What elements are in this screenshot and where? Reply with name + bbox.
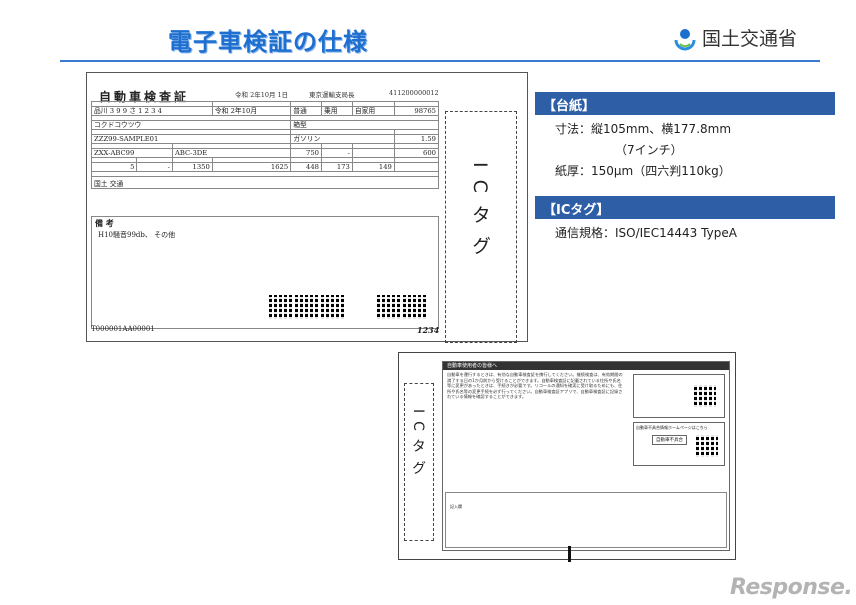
entry-field-label: 記入欄: [450, 504, 462, 509]
response-watermark: Response.: [730, 575, 853, 600]
footer-number: 1234: [417, 325, 440, 335]
defect-search-box: 自動車不具合: [652, 435, 687, 445]
mlit-emblem-icon: [672, 25, 698, 51]
qr-code-icon: [377, 295, 401, 319]
table-row: ZZZ99-SAMPLE01 ガソリン 1.59: [90, 134, 440, 144]
issue-date: 令和 2年10月 1日: [235, 91, 289, 99]
qr-code-icon: [295, 295, 319, 319]
defect-info-text: 自動車不具合情報ホームページはこちら: [636, 425, 708, 430]
table-cell: ABC-3DE: [171, 148, 292, 158]
qr-code-icon: [403, 295, 427, 319]
app-info-column: 自動車不具合情報ホームページはこちら 自動車不具合: [633, 374, 725, 470]
ic-tag-area: ICタグ: [404, 383, 434, 541]
table-cell: 173: [321, 162, 353, 172]
remarks-label: 備 考: [95, 218, 114, 228]
table-row: 品川 3 9 9 さ 1 2 3 4 令和 2年10月 普通 乗用 自家用 98…: [91, 106, 440, 116]
paper-size-inch: （7インチ）: [615, 143, 683, 157]
title-divider: [60, 60, 820, 62]
table-cell: ZXX-ABC99: [91, 148, 173, 158]
logo-text: 国土交通省: [702, 28, 798, 50]
page-title: 電子車検証の仕様: [168, 28, 368, 56]
table-row: 国土 交通: [91, 176, 439, 189]
table-cell: -: [321, 148, 353, 158]
notice-heading: 自動車使用者の皆様へ: [443, 362, 729, 370]
footer-code: T000001AA00001: [91, 325, 155, 333]
app-download-card: [633, 374, 725, 418]
entry-field: 記入欄: [445, 492, 727, 548]
table-cell: 600: [393, 148, 440, 158]
table-cell: 1625: [211, 162, 292, 172]
table-cell: 149: [351, 162, 395, 172]
remarks-text: H10騒音99db、 その他: [98, 231, 176, 239]
certificate-table: 品川 3 9 9 さ 1 2 3 4 令和 2年10月 普通 乗用 自家用 98…: [90, 101, 440, 189]
ic-tag-area: ICタグ: [445, 111, 517, 343]
user-notice-panel: 自動車使用者の皆様へ 自動車を運行するときは、有効な自動車検査証を携行してくださ…: [442, 361, 730, 551]
paper-thickness: 紙厚：150μm（四六判110kg）: [555, 164, 731, 178]
defect-info-card: 自動車不具合情報ホームページはこちら 自動車不具合: [633, 422, 725, 466]
ic-tag-label: ICタグ: [410, 409, 426, 483]
qr-code-icon: [696, 435, 718, 457]
certificate-back: ICタグ 自動車使用者の皆様へ 自動車を運行するときは、有効な自動車検査証を携行…: [398, 352, 736, 560]
table-cell: ZZZ99-SAMPLE01: [90, 134, 292, 144]
issuing-office: 東京運輸支局長: [309, 91, 355, 99]
table-cell: コクドコウツウ: [90, 120, 292, 130]
table-cell: 品川 3 9 9 さ 1 2 3 4: [91, 106, 213, 116]
table-row: 5 - 1350 1625 448 173 149: [90, 162, 440, 172]
spec-panel: 【台紙】 寸法：縦105mm、横177.8mm （7インチ） 紙厚：150μm（…: [535, 92, 835, 244]
ic-tag-heading: 【ICタグ】: [535, 196, 835, 219]
card-notch: [568, 546, 571, 562]
table-cell: 98765: [393, 106, 440, 116]
table-cell: 普通: [290, 106, 323, 116]
table-cell: 自家用: [351, 106, 395, 116]
owner-name: 国土 交通: [91, 176, 439, 189]
notice-text: 自動車を運行するときは、有効な自動車検査証を携行してください。継続検査は、有効期…: [447, 372, 623, 400]
paper-size: 寸法：縦105mm、横177.8mm: [555, 122, 732, 136]
table-cell: 5: [90, 162, 138, 172]
ic-tag-label: ICタグ: [469, 162, 491, 267]
table-cell: 令和 2年10月: [211, 106, 292, 116]
certificate-front: 自動車検査証 令和 2年10月 1日 東京運輸支局長 411200000012 …: [86, 72, 528, 343]
table-row: コクドコウツウ 箱型: [90, 120, 439, 130]
table-cell: 乗用: [321, 106, 353, 116]
table-cell: 箱型: [290, 120, 439, 130]
qr-code-icon: [694, 385, 716, 407]
table-cell: ガソリン: [290, 134, 395, 144]
table-cell: 448: [290, 162, 323, 172]
qr-code-icon: [321, 295, 345, 319]
mlit-logo: 国土交通省: [672, 24, 797, 51]
table-cell: 1.59: [393, 134, 440, 144]
ic-tag-standard: 通信規格：ISO/IEC14443 TypeA: [555, 226, 737, 240]
table-cell: 750: [290, 148, 323, 158]
certificate-number: 411200000012: [389, 89, 439, 97]
table-cell: [351, 148, 395, 158]
table-row: ZXX-ABC99 ABC-3DE 750 - 600: [91, 148, 440, 158]
table-cell: -: [136, 162, 173, 172]
qr-code-icon: [269, 295, 293, 319]
table-cell: 1350: [171, 162, 213, 172]
paper-heading: 【台紙】: [535, 92, 835, 115]
